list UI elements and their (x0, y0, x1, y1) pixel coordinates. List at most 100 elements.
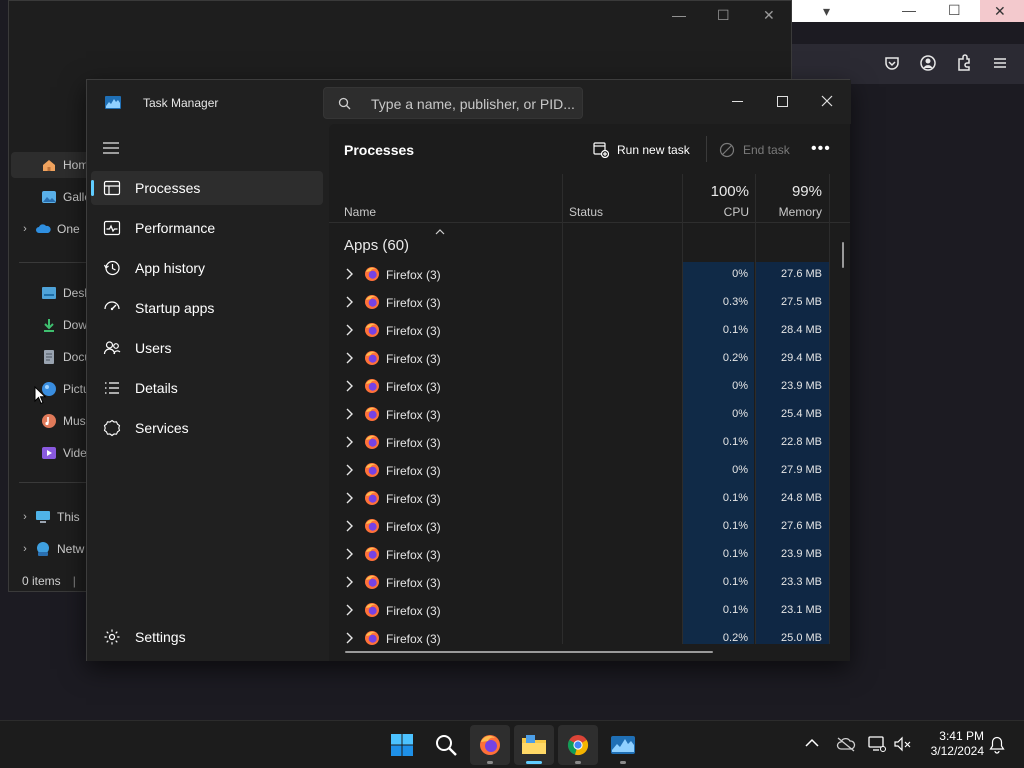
explorer-nav-music[interactable]: Musi (17, 408, 88, 434)
nav-item-users[interactable]: Users (91, 331, 323, 365)
explorer-nav-onedrive[interactable]: › One (17, 216, 80, 242)
process-row[interactable]: Firefox (3) 0.1% 28.4 MB (329, 317, 829, 345)
expand-chevron-icon[interactable] (345, 604, 353, 616)
process-row[interactable]: Firefox (3) 0.1% 23.1 MB (329, 597, 829, 625)
maximize-button[interactable] (759, 86, 805, 116)
explorer-nav-home[interactable]: Hom (11, 152, 91, 178)
explorer-nav-gallery[interactable]: Galle (17, 184, 91, 210)
group-header-apps[interactable]: Apps (60) (344, 237, 409, 254)
process-memory: 22.8 MB (781, 436, 822, 448)
chrome-icon (567, 735, 589, 756)
explorer-nav-label: This (57, 510, 80, 524)
browser-close-button[interactable]: ✕ (994, 3, 1006, 20)
column-header-name[interactable]: Name (344, 205, 376, 219)
process-row[interactable]: Firefox (3) 0.1% 23.3 MB (329, 569, 829, 597)
nav-item-services[interactable]: Services (91, 411, 323, 445)
hamburger-menu-icon[interactable] (103, 141, 119, 155)
process-row[interactable]: Firefox (3) 0.3% 27.5 MB (329, 289, 829, 317)
expand-chevron-icon[interactable] (345, 268, 353, 280)
process-row[interactable]: Firefox (3) 0% 23.9 MB (329, 373, 829, 401)
process-memory: 27.5 MB (781, 296, 822, 308)
explorer-nav-pictures[interactable]: Pictu (17, 376, 90, 402)
explorer-nav-this-pc[interactable]: › This (17, 504, 80, 530)
process-row[interactable]: Firefox (3) 0.1% 23.9 MB (329, 541, 829, 569)
process-row[interactable]: Firefox (3) 0% 25.4 MB (329, 401, 829, 429)
search-input[interactable]: Type a name, publisher, or PID... (323, 87, 583, 119)
expand-chevron-icon[interactable] (345, 492, 353, 504)
start-button[interactable] (382, 725, 422, 765)
show-hidden-icons-chevron-icon[interactable] (805, 738, 819, 748)
firefox-app[interactable] (470, 725, 510, 765)
nav-item-startup-apps[interactable]: Startup apps (91, 291, 323, 325)
pocket-icon[interactable] (883, 54, 901, 72)
chevron-right-icon[interactable]: › (17, 543, 33, 555)
process-memory: 24.8 MB (781, 492, 822, 504)
explorer-maximize-button[interactable]: ☐ (717, 7, 730, 24)
process-row[interactable]: Firefox (3) 0.1% 27.6 MB (329, 513, 829, 541)
volume-muted-icon[interactable] (894, 736, 912, 752)
task-manager-app[interactable] (603, 725, 643, 765)
minimize-button[interactable] (714, 86, 760, 116)
run-new-task-icon (593, 142, 609, 158)
process-row[interactable]: Firefox (3) 0.1% 24.8 MB (329, 485, 829, 513)
explorer-nav-documents[interactable]: Docu (17, 344, 91, 370)
expand-chevron-icon[interactable] (345, 408, 353, 420)
search-button[interactable] (426, 725, 466, 765)
browser-maximize-button[interactable]: ☐ (948, 2, 961, 19)
chevron-right-icon[interactable]: › (17, 511, 33, 523)
extensions-icon[interactable] (955, 54, 973, 72)
settings-gear-icon (104, 629, 120, 645)
column-header-memory[interactable]: Memory (761, 205, 822, 219)
network-tray-icon[interactable] (868, 736, 886, 752)
explorer-nav-videos[interactable]: Vide (17, 440, 87, 466)
process-row[interactable]: Firefox (3) 0.1% 22.8 MB (329, 429, 829, 457)
menu-icon[interactable] (991, 54, 1009, 72)
column-header-cpu[interactable]: CPU (691, 205, 749, 219)
close-button[interactable] (804, 86, 850, 116)
expand-chevron-icon[interactable] (345, 548, 353, 560)
nav-item-processes[interactable]: Processes (91, 171, 323, 205)
explorer-minimize-button[interactable]: — (672, 7, 686, 23)
expand-chevron-icon[interactable] (345, 324, 353, 336)
expand-chevron-icon[interactable] (345, 380, 353, 392)
end-task-button[interactable]: End task (719, 138, 790, 162)
notification-bell-icon[interactable] (989, 736, 1005, 754)
expand-chevron-icon[interactable] (345, 632, 353, 644)
explorer-nav-network[interactable]: › Netw (17, 536, 84, 562)
account-icon[interactable] (919, 54, 937, 72)
expand-chevron-icon[interactable] (345, 576, 353, 588)
explorer-close-button[interactable]: ✕ (763, 7, 775, 24)
horizontal-scrollbar[interactable] (345, 651, 713, 653)
documents-icon (44, 350, 54, 364)
file-explorer-app[interactable] (514, 725, 554, 765)
process-row[interactable]: Firefox (3) 0.2% 25.0 MB (329, 625, 829, 653)
process-row[interactable]: Firefox (3) 0% 27.9 MB (329, 457, 829, 485)
chevron-right-icon[interactable]: › (17, 223, 33, 235)
expand-chevron-icon[interactable] (345, 296, 353, 308)
vertical-scrollbar[interactable] (842, 242, 844, 268)
nav-item-settings[interactable]: Settings (91, 620, 323, 654)
chrome-app[interactable] (558, 725, 598, 765)
nav-item-performance[interactable]: Performance (91, 211, 323, 245)
onedrive-tray-icon[interactable] (836, 736, 856, 752)
firefox-icon (365, 407, 379, 421)
expand-chevron-icon[interactable] (345, 352, 353, 364)
column-header-status[interactable]: Status (569, 205, 603, 219)
more-options-button[interactable]: ••• (811, 140, 831, 158)
running-indicator (620, 761, 626, 764)
expand-chevron-icon[interactable] (345, 464, 353, 476)
run-new-task-button[interactable]: Run new task (593, 138, 690, 162)
process-row[interactable]: Firefox (3) 0.2% 29.4 MB (329, 345, 829, 373)
expand-chevron-icon[interactable] (345, 436, 353, 448)
process-name: Firefox (3) (386, 380, 441, 394)
task-manager-titlebar[interactable]: Task Manager Type a name, publisher, or … (87, 80, 851, 124)
nav-item-app-history[interactable]: App history (91, 251, 323, 285)
browser-minimize-button[interactable]: — (902, 2, 916, 18)
browser-tab-list-icon[interactable]: ▾ (823, 3, 830, 20)
explorer-nav-downloads[interactable]: Dow (17, 312, 87, 338)
nav-item-details[interactable]: Details (91, 371, 323, 405)
explorer-nav-desktop[interactable]: Desk (17, 280, 90, 306)
process-row[interactable]: Firefox (3) 0% 27.6 MB (329, 261, 829, 289)
system-clock[interactable]: 3:41 PM 3/12/2024 (920, 729, 984, 759)
expand-chevron-icon[interactable] (345, 520, 353, 532)
